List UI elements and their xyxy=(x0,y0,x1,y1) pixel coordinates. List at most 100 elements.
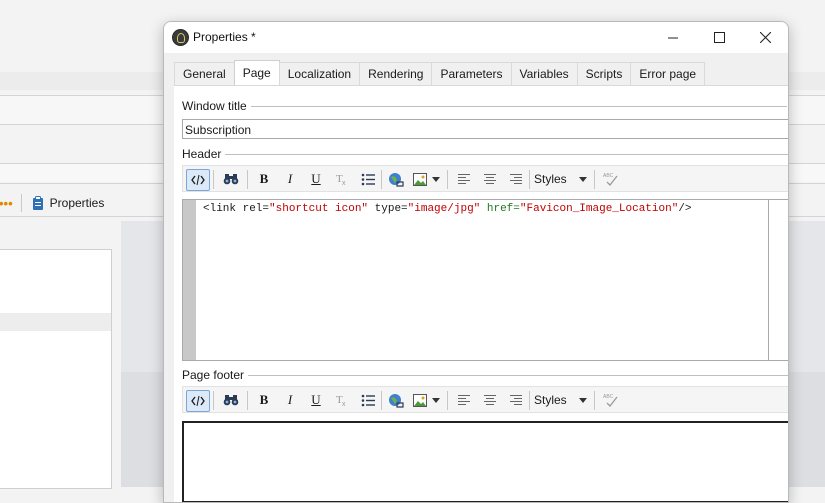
italic-button[interactable]: I xyxy=(281,390,299,410)
clipboard-icon xyxy=(32,195,43,210)
insert-link-button[interactable] xyxy=(386,390,406,410)
header-editor-toolbar: B I U Tx Styles ABC xyxy=(182,165,788,192)
minimize-icon xyxy=(668,37,678,38)
maximize-button[interactable] xyxy=(696,22,742,53)
tab-error-page[interactable]: Error page xyxy=(630,62,706,85)
align-left-button[interactable] xyxy=(455,169,473,189)
align-left-button[interactable] xyxy=(455,390,473,410)
toolbar-separator xyxy=(247,170,248,189)
more-icon[interactable]: ••• xyxy=(0,196,13,211)
insert-image-button[interactable] xyxy=(411,390,429,410)
clear-format-icon: Tx xyxy=(336,394,346,407)
styles-dropdown-label: Styles xyxy=(534,172,567,186)
close-button[interactable] xyxy=(742,22,788,53)
code-value-rel: "shortcut icon" xyxy=(269,203,369,215)
list-icon xyxy=(361,394,375,406)
tab-variables[interactable]: Variables xyxy=(510,62,578,85)
bullet-list-button[interactable] xyxy=(359,169,377,189)
bg-list-selected-row[interactable] xyxy=(0,313,111,331)
clear-format-button[interactable]: Tx xyxy=(333,169,351,189)
bullet-list-button[interactable] xyxy=(359,390,377,410)
styles-dropdown[interactable]: Styles xyxy=(534,169,592,189)
close-icon xyxy=(759,32,771,43)
toolbar-separator xyxy=(213,170,214,189)
dialog-titlebar[interactable]: Properties * xyxy=(164,22,788,53)
code-attr-href: href= xyxy=(480,203,520,215)
maximize-icon xyxy=(713,32,725,43)
section-rule xyxy=(248,374,788,376)
insert-link-button[interactable] xyxy=(386,169,406,189)
tab-parameters[interactable]: Parameters xyxy=(431,62,512,85)
toolbar-separator xyxy=(20,194,22,212)
bold-button[interactable]: B xyxy=(255,169,273,189)
properties-button-label[interactable]: Properties xyxy=(50,196,105,210)
underline-button[interactable]: U xyxy=(307,390,325,410)
tab-scripts[interactable]: Scripts xyxy=(576,62,632,85)
image-dropdown-arrow[interactable] xyxy=(431,169,441,189)
toolbar-separator xyxy=(381,391,382,410)
tab-localization[interactable]: Localization xyxy=(278,62,361,85)
tab-page[interactable]: Page xyxy=(233,60,280,85)
editor-scrollbar-border xyxy=(768,200,769,360)
section-rule xyxy=(225,153,788,155)
align-right-button[interactable] xyxy=(507,390,525,410)
find-button[interactable] xyxy=(220,169,242,189)
globe-link-icon xyxy=(389,393,404,408)
toolbar-separator xyxy=(594,170,595,189)
toolbar-separator xyxy=(213,391,214,410)
find-button[interactable] xyxy=(220,390,242,410)
align-center-button[interactable] xyxy=(481,169,499,189)
section-rule xyxy=(250,105,787,107)
code-tag-close: /> xyxy=(678,203,692,215)
footer-editor-toolbar: B I U Tx Styles ABC xyxy=(182,386,788,413)
align-left-icon xyxy=(458,394,470,405)
header-section: Header xyxy=(182,147,788,161)
svg-text:x: x xyxy=(342,401,346,407)
align-center-icon xyxy=(484,394,496,405)
tab-general[interactable]: General xyxy=(174,62,235,85)
source-toggle-button[interactable] xyxy=(186,390,210,412)
spellcheck-button[interactable]: ABC xyxy=(600,169,620,189)
code-icon xyxy=(191,174,205,186)
spellcheck-icon: ABC xyxy=(603,173,618,186)
spellcheck-text: ABC xyxy=(603,173,614,179)
dialog-title: Properties * xyxy=(193,30,256,44)
window-title-input[interactable]: Subscription xyxy=(182,119,788,139)
window-title-label: Window title xyxy=(182,99,247,113)
toolbar-separator xyxy=(529,170,530,189)
footer-section: Page footer xyxy=(182,368,788,382)
footer-rich-editor[interactable] xyxy=(182,421,788,502)
code-attr-rel: rel= xyxy=(242,203,270,215)
code-value-type: "image/jpg" xyxy=(407,203,481,215)
image-icon xyxy=(413,393,427,407)
clear-format-button[interactable]: Tx xyxy=(333,390,351,410)
globe-link-icon xyxy=(389,172,404,187)
insert-image-button[interactable] xyxy=(411,169,429,189)
toolbar-separator xyxy=(447,170,448,189)
align-right-icon xyxy=(510,173,522,184)
styles-dropdown[interactable]: Styles xyxy=(534,390,592,410)
chevron-down-icon xyxy=(432,176,440,182)
source-toggle-button[interactable] xyxy=(186,169,210,191)
toolbar-separator xyxy=(247,391,248,410)
italic-button[interactable]: I xyxy=(281,169,299,189)
spellcheck-icon: ABC xyxy=(603,394,618,407)
clear-format-icon: Tx xyxy=(336,173,346,186)
bold-button[interactable]: B xyxy=(255,390,273,410)
align-right-button[interactable] xyxy=(507,169,525,189)
properties-dialog: Properties * General Page Localization R… xyxy=(163,21,789,503)
underline-button[interactable]: U xyxy=(307,169,325,189)
header-code-editor[interactable]: <link rel="shortcut icon" type="image/jp… xyxy=(182,199,788,361)
list-icon xyxy=(361,173,375,185)
minimize-button[interactable] xyxy=(650,22,696,53)
spellcheck-text: ABC xyxy=(603,394,614,400)
bg-list-panel xyxy=(0,249,112,489)
spellcheck-button[interactable]: ABC xyxy=(600,390,620,410)
binoculars-icon xyxy=(223,174,239,185)
toolbar-separator xyxy=(381,170,382,189)
tab-strip: General Page Localization Rendering Para… xyxy=(174,60,706,85)
tab-rendering[interactable]: Rendering xyxy=(359,62,433,85)
align-right-icon xyxy=(510,394,522,405)
align-center-button[interactable] xyxy=(481,390,499,410)
image-dropdown-arrow[interactable] xyxy=(431,390,441,410)
